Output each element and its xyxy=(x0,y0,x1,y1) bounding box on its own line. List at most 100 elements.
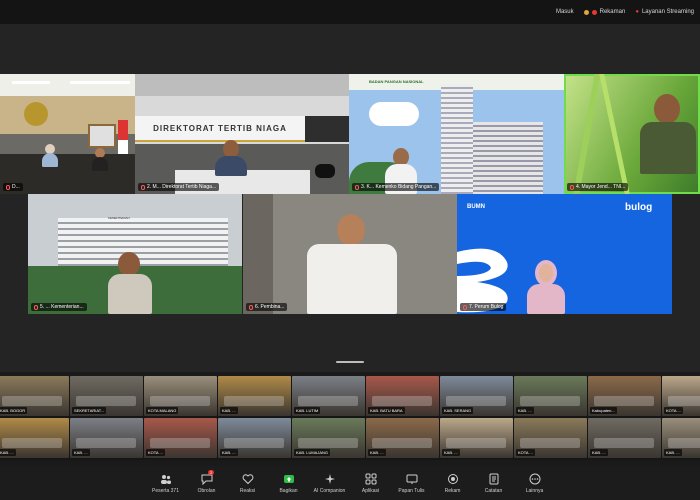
video-tile-meeting-room[interactable]: D... xyxy=(0,74,135,194)
thumbnail-label: KAB. ... xyxy=(72,449,90,456)
participant-nameplate: D... xyxy=(3,183,23,191)
ai-companion-button[interactable]: AI Companion xyxy=(309,466,350,500)
bulog-logo-text: bulog xyxy=(625,202,653,213)
apps-label: Aplikasi xyxy=(361,487,380,494)
more-button[interactable]: Lainnya xyxy=(514,466,555,500)
participants-icon xyxy=(160,474,171,484)
participant-thumbnail[interactable]: Kabupaten... xyxy=(588,376,661,416)
participant-thumbnail[interactable]: KAB. BATU BARA xyxy=(366,376,439,416)
garuda-emblem xyxy=(24,102,48,126)
room-scene xyxy=(224,396,284,406)
participant-thumbnail[interactable]: SEKRETARIAT... xyxy=(70,376,143,416)
cloud xyxy=(369,102,419,126)
apps-button[interactable]: Aplikasi xyxy=(350,466,391,500)
room-scene xyxy=(298,438,358,448)
participant-nameplate: 4. Mayor Jend... TNI... xyxy=(567,183,629,191)
participants-label: Peserta xyxy=(152,487,170,494)
thumbnail-label: KAB. ... xyxy=(220,407,238,414)
participant-thumbnail[interactable]: KAB. ... xyxy=(662,418,700,458)
room-scene xyxy=(76,438,136,448)
participant-thumbnail[interactable]: KAB. ... xyxy=(588,418,661,458)
banner-text: BADAN PANGAN NASIONAL xyxy=(369,79,424,84)
whiteboard-button[interactable]: Papan Tulis xyxy=(391,466,432,500)
recording-indicator[interactable]: Rekaman xyxy=(583,9,625,15)
participant-thumbnail[interactable]: KAB. ... xyxy=(514,376,587,416)
participant-thumbnail[interactable]: KAB. ... xyxy=(218,418,291,458)
share-button[interactable]: Bagikan xyxy=(268,466,309,500)
participants-count: 371 xyxy=(170,487,179,494)
notes-button[interactable]: Catatan xyxy=(473,466,514,500)
thumbnail-label: KOTA ... xyxy=(146,449,165,456)
room-scene xyxy=(668,396,700,406)
participant-thumbnail[interactable]: KAB. BOGOR xyxy=(0,376,69,416)
ai-companion-icon xyxy=(324,473,335,484)
thumbnail-label: KAB. ... xyxy=(590,449,608,456)
room-scene xyxy=(2,396,62,406)
participant-thumbnail[interactable]: KAB. SERANG xyxy=(440,376,513,416)
meeting-toolbar: Peserta 371 2 Obrolan Reaksi Bagikan AI … xyxy=(0,466,700,500)
room-scene xyxy=(668,438,700,448)
room-scene xyxy=(520,438,580,448)
video-tile-office[interactable]: 6. Pembina... xyxy=(243,194,457,314)
streaming-button[interactable]: ● Layanan Streaming xyxy=(635,9,694,15)
room-scene xyxy=(594,438,654,448)
record-icon xyxy=(447,473,458,484)
room-scene xyxy=(150,438,210,448)
video-tile-direktorat[interactable]: DIREKTORAT TERTIB NIAGA 2. M... Direktor… xyxy=(135,74,349,194)
sign-in-button[interactable]: Masuk xyxy=(556,9,574,15)
thumbnail-label: SEKRETARIAT... xyxy=(72,407,107,414)
room-scene xyxy=(372,438,432,448)
video-gallery: D... DIREKTORAT TERTIB NIAGA 2. M... Dir… xyxy=(0,24,700,372)
participant-thumbnail[interactable]: KAB. LUMAJANG xyxy=(292,418,365,458)
notes-label: Catatan xyxy=(484,487,503,494)
record-icon xyxy=(591,9,597,15)
record-button[interactable]: Rekam xyxy=(432,466,473,500)
thumbnail-label: KOTA MALANG xyxy=(146,407,179,414)
video-tile-bulog[interactable]: BUMN bulog 7. Perum Bulog xyxy=(457,194,672,314)
shield-icon xyxy=(583,9,589,15)
room-scene xyxy=(372,396,432,406)
chat-unread-badge: 2 xyxy=(208,470,215,475)
video-tile-building[interactable]: BADAN PANGAN NASIONAL 3. K... Kemenko Bi… xyxy=(349,74,564,194)
participant-thumbnail[interactable]: KOTA ... xyxy=(514,418,587,458)
chat-label: Obrolan xyxy=(197,487,216,494)
participant-nameplate: 7. Perum Bulog xyxy=(460,303,507,311)
gallery-resize-handle[interactable] xyxy=(336,361,364,363)
thumbnail-label: KAB. ... xyxy=(516,407,534,414)
rice-leaf xyxy=(599,74,630,194)
participant-thumbnail[interactable]: KAB. ... xyxy=(70,418,143,458)
streaming-icon: ● xyxy=(635,9,639,15)
streaming-label: Layanan Streaming xyxy=(641,9,694,15)
reaction-icon xyxy=(242,473,253,484)
mic-muted-icon xyxy=(249,304,253,310)
participant-thumbnail[interactable]: KOTA ... xyxy=(144,418,217,458)
thumbnail-label: KAB. ... xyxy=(664,449,682,456)
participant-nameplate: 5. ... Kementerian... xyxy=(31,303,87,311)
notes-icon xyxy=(489,473,498,484)
mic-muted-icon xyxy=(34,304,38,310)
reaction-label: Reaksi xyxy=(239,487,256,494)
chat-button[interactable]: 2 Obrolan xyxy=(186,466,227,500)
video-tile-active-speaker[interactable]: 4. Mayor Jend... TNI... xyxy=(564,74,700,194)
thumbnail-label: KAB. ... xyxy=(220,449,238,456)
participant-thumbnail[interactable]: KAB. LUTIM xyxy=(292,376,365,416)
participant-thumbnail[interactable]: KAB. ... xyxy=(366,418,439,458)
participant-thumbnail[interactable]: KAB. ... xyxy=(0,418,69,458)
room-scene xyxy=(224,438,284,448)
mic-muted-icon xyxy=(355,184,359,190)
video-tile-ministry[interactable]: KEMENTERIAN 5. ... Kementerian... xyxy=(28,194,242,314)
tower-building xyxy=(441,84,473,194)
sign-in-label: Masuk xyxy=(555,9,574,15)
desk-microphone xyxy=(315,164,335,178)
mic-muted-icon xyxy=(463,304,467,310)
participant-thumbnail[interactable]: KOTA ... xyxy=(662,376,700,416)
participant-thumbnail[interactable]: KAB. ... xyxy=(218,376,291,416)
participant-nameplate: 2. M... Direktorat Tertib Niaga... xyxy=(138,183,220,191)
participant-thumbnail[interactable]: KAB. ... xyxy=(440,418,513,458)
reaction-button[interactable]: Reaksi xyxy=(227,466,268,500)
apps-icon xyxy=(365,473,376,484)
participant-nameplate: 3. K... Kemenko Bidang Pangan... xyxy=(352,183,440,191)
participants-button[interactable]: Peserta 371 xyxy=(145,466,186,500)
room-scene xyxy=(298,396,358,406)
participant-thumbnail[interactable]: KOTA MALANG xyxy=(144,376,217,416)
